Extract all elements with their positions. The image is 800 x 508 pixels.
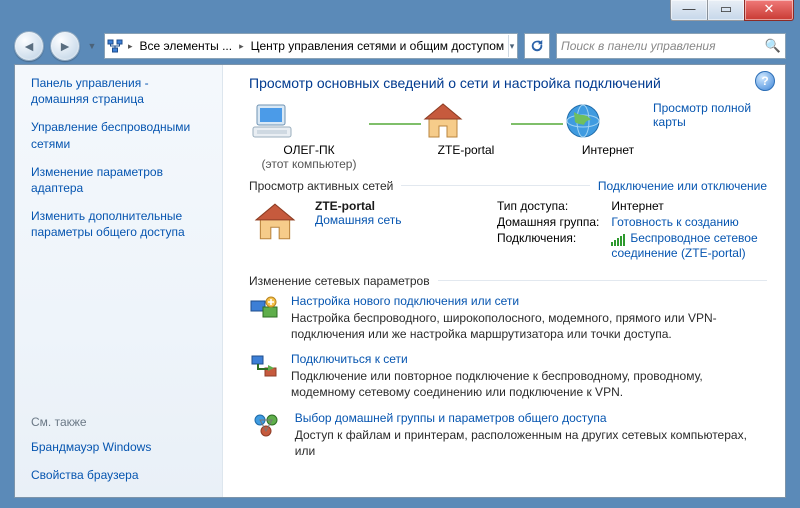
network-center-icon [107,37,123,55]
active-networks-label: Просмотр активных сетей [249,179,393,193]
map-node-pc: ОЛЕГ-ПК (этот компьютер) [249,101,369,171]
task-homegroup-icon [249,411,283,459]
task-homegroup: Выбор домашней группы и параметров общег… [249,411,767,459]
help-icon[interactable]: ? [755,71,775,91]
house-icon [421,101,465,141]
address-dropdown[interactable]: ▾ [508,35,515,57]
chevron-right-icon: ▸ [125,41,136,52]
main-content: ? Просмотр основных сведений о сети и на… [223,65,785,497]
network-type-link[interactable]: Домашняя сеть [315,213,401,227]
map-node-gateway: ZTE-portal [421,101,511,157]
task-connect-icon [249,352,279,400]
prop-homegroup-label: Домашняя группа: [497,215,599,229]
prop-access-value: Интернет [611,199,767,213]
chevron-right-icon: ▸ [236,41,247,52]
task-new-connection-icon [249,294,279,342]
full-map-link[interactable]: Просмотр полной карты [653,101,767,129]
task-connect-link[interactable]: Подключиться к сети [291,352,767,366]
task-new-connection-desc: Настройка беспроводного, широкополосного… [291,310,767,342]
maximize-button[interactable]: ▭ [707,0,745,21]
map-node-internet: Интернет [563,101,653,157]
see-also-browser[interactable]: Свойства браузера [31,467,208,483]
breadcrumb-root[interactable]: Все элементы ... [138,39,235,53]
map-node-gateway-label: ZTE-portal [421,143,511,157]
forward-button[interactable]: ► [50,31,80,61]
sidebar-item-wireless[interactable]: Управление беспроводными сетями [31,119,208,151]
house-icon [252,201,298,243]
map-node-pc-label: ОЛЕГ-ПК [249,143,369,157]
map-node-internet-label: Интернет [563,143,653,157]
search-input[interactable]: Поиск в панели управления 🔍 [556,33,786,59]
network-properties: Тип доступа: Интернет Домашняя группа: Г… [497,199,767,260]
connect-disconnect-link[interactable]: Подключение или отключение [598,179,767,193]
page-title: Просмотр основных сведений о сети и наст… [249,75,767,91]
network-map: ОЛЕГ-ПК (этот компьютер) ZTE-portal [249,101,653,171]
map-link-1 [369,101,421,147]
task-connect-desc: Подключение или повторное подключение к … [291,368,767,400]
minimize-button[interactable]: ― [670,0,708,21]
sidebar: Панель управления - домашняя страница Уп… [15,65,223,497]
search-placeholder: Поиск в панели управления [561,39,716,53]
prop-access-label: Тип доступа: [497,199,599,213]
address-bar[interactable]: ▸ Все элементы ... ▸ Центр управления се… [104,33,518,59]
task-new-connection: Настройка нового подключения или сети На… [249,294,767,342]
task-homegroup-link[interactable]: Выбор домашней группы и параметров общег… [295,411,767,425]
sidebar-item-home[interactable]: Панель управления - домашняя страница [31,75,208,107]
back-button[interactable]: ◄ [14,31,44,61]
prop-connections-link[interactable]: Беспроводное сетевое соединение (ZTE-por… [611,231,767,260]
sidebar-item-sharing[interactable]: Изменить дополнительные параметры общего… [31,208,208,240]
search-icon: 🔍 [765,38,781,54]
task-connect: Подключиться к сети Подключение или повт… [249,352,767,400]
computer-icon [249,101,295,141]
breadcrumb-current[interactable]: Центр управления сетями и общим доступом [249,39,507,53]
prop-homegroup-link[interactable]: Готовность к созданию [611,215,767,229]
change-settings-label: Изменение сетевых параметров [249,274,430,288]
task-homegroup-desc: Доступ к файлам и принтерам, расположенн… [295,427,767,459]
prop-connections-label: Подключения: [497,231,599,260]
signal-icon [611,232,626,246]
nav-history-dropdown[interactable]: ▼ [86,32,98,60]
network-icon [249,199,301,260]
map-node-pc-sub: (этот компьютер) [249,157,369,171]
see-also-firewall[interactable]: Брандмауэр Windows [31,439,208,455]
map-link-2 [511,101,563,147]
globe-icon [563,101,603,141]
close-button[interactable]: ✕ [744,0,794,21]
see-also-header: См. также [31,415,208,429]
task-new-connection-link[interactable]: Настройка нового подключения или сети [291,294,767,308]
refresh-button[interactable] [524,33,550,59]
network-name: ZTE-portal [315,199,401,213]
titlebar: ― ▭ ✕ [0,0,800,30]
sidebar-item-adapter[interactable]: Изменение параметров адаптера [31,164,208,196]
